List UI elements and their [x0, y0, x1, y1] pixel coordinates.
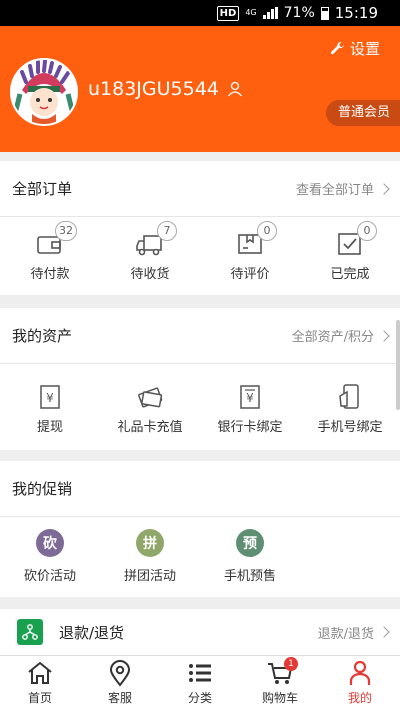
- gift-card-icon: [135, 382, 165, 412]
- network-type: 4G: [245, 8, 257, 17]
- bargain-icon: 砍: [36, 529, 64, 557]
- order-status-label: 待收货: [130, 267, 170, 282]
- phone-icon: [335, 382, 365, 412]
- asset-bank-card[interactable]: ¥ 银行卡绑定: [200, 382, 300, 450]
- hd-indicator: HD: [216, 5, 240, 21]
- orders-section: 全部订单 查看全部订单 32 待付款 7 待收货 0 待评价 0 已完成: [0, 161, 400, 295]
- refund-icon: [17, 619, 43, 645]
- chevron-right-icon: [378, 626, 390, 638]
- order-status-label: 待评价: [230, 267, 270, 282]
- promo-group-buy[interactable]: 拼 拼团活动: [100, 529, 200, 597]
- settings-label: 设置: [349, 40, 380, 58]
- all-assets-label: 全部资产/积分: [291, 330, 374, 345]
- cart-count-badge: 1: [284, 657, 298, 671]
- nav-label: 客服: [107, 691, 132, 705]
- cart-icon-wrap: 1: [266, 657, 298, 687]
- svg-text:¥: ¥: [46, 391, 54, 405]
- nav-label: 购物车: [261, 691, 298, 705]
- order-pending-receipt[interactable]: 7 待收货: [100, 221, 200, 295]
- promo-label: 手机预售: [223, 569, 276, 584]
- pending-payment-count: 32: [55, 221, 77, 241]
- status-bar: HD 4G 71% 15:19: [0, 0, 400, 26]
- clock: 15:19: [334, 4, 378, 22]
- avatar-image: [12, 60, 76, 124]
- nav-category[interactable]: 分类: [160, 656, 240, 711]
- signal-icon: [262, 7, 278, 19]
- nav-service[interactable]: 客服: [80, 656, 160, 711]
- wallet-icon: 32: [35, 221, 77, 259]
- promotions-title: 我的促销: [12, 480, 73, 498]
- asset-withdraw[interactable]: ¥ 提现: [0, 382, 100, 450]
- asset-label: 银行卡绑定: [217, 420, 283, 435]
- orders-header[interactable]: 全部订单 查看全部订单: [0, 161, 400, 217]
- username[interactable]: u183JGU5544: [88, 78, 243, 100]
- battery-percent: 71%: [283, 5, 315, 21]
- person-icon: [349, 660, 371, 685]
- person-outline-icon: [227, 81, 242, 97]
- promo-empty-cell: [300, 529, 400, 597]
- presale-icon: 预: [236, 529, 264, 557]
- orders-title: 全部订单: [12, 180, 73, 198]
- refund-row[interactable]: 退款/退货 退款/退货: [0, 609, 400, 655]
- asset-label: 礼品卡充值: [117, 420, 183, 435]
- assets-section: 我的资产 全部资产/积分 ¥ 提现 礼品卡充值 ¥ 银行卡绑定 手机号绑定: [0, 308, 400, 450]
- assets-title: 我的资产: [12, 327, 73, 345]
- bank-card-icon: ¥: [235, 382, 265, 412]
- wrench-icon: [330, 42, 344, 55]
- promotions-section: 我的促销 砍 砍价活动 拼 拼团活动 预 手机预售: [0, 461, 400, 597]
- pending-review-count: 0: [257, 221, 277, 241]
- username-text: u183JGU5544: [88, 78, 219, 100]
- chevron-right-icon: [378, 329, 390, 342]
- nav-mine[interactable]: 我的: [320, 656, 400, 711]
- profile-header: 设置 u183JGU5544 普通会员: [0, 26, 400, 152]
- nav-label: 首页: [27, 691, 52, 705]
- order-status-grid: 32 待付款 7 待收货 0 待评价 0 已完成: [0, 217, 400, 295]
- asset-label: 提现: [36, 420, 63, 435]
- all-assets-link[interactable]: 全部资产/积分: [291, 326, 390, 345]
- avatar[interactable]: [10, 58, 78, 126]
- package-icon: 0: [235, 221, 277, 259]
- assets-header[interactable]: 我的资产 全部资产/积分: [0, 308, 400, 364]
- pending-receipt-count: 7: [157, 221, 177, 241]
- check-box-icon: 0: [335, 221, 377, 259]
- nav-cart[interactable]: 1 购物车: [240, 656, 320, 711]
- settings-button[interactable]: 设置: [329, 38, 380, 59]
- withdraw-icon: ¥: [35, 382, 65, 412]
- promo-bargain[interactable]: 砍 砍价活动: [0, 529, 100, 597]
- promotions-grid: 砍 砍价活动 拼 拼团活动 预 手机预售: [0, 517, 400, 597]
- promotions-header: 我的促销: [0, 461, 400, 517]
- truck-icon: 7: [135, 221, 177, 259]
- home-icon: [28, 661, 52, 684]
- promo-presale[interactable]: 预 手机预售: [200, 529, 300, 597]
- scroll-indicator[interactable]: [396, 320, 400, 410]
- bottom-navigation: 首页 客服 分类 1 购物车 我的: [0, 655, 400, 711]
- order-pending-payment[interactable]: 32 待付款: [0, 221, 100, 295]
- promo-label: 拼团活动: [123, 569, 176, 584]
- asset-phone-bind[interactable]: 手机号绑定: [300, 382, 400, 450]
- chevron-right-icon: [378, 182, 390, 195]
- order-pending-review[interactable]: 0 待评价: [200, 221, 300, 295]
- member-level-badge[interactable]: 普通会员: [325, 100, 400, 126]
- group-buy-icon: 拼: [136, 529, 164, 557]
- asset-gift-card[interactable]: 礼品卡充值: [100, 382, 200, 450]
- refund-link[interactable]: 退款/退货: [317, 623, 390, 642]
- refund-more-label: 退款/退货: [317, 626, 374, 642]
- svg-text:¥: ¥: [246, 391, 254, 405]
- view-all-orders-label: 查看全部订单: [295, 183, 374, 198]
- battery-icon: [320, 6, 329, 20]
- order-status-label: 待付款: [30, 267, 70, 282]
- refund-label: 退款/退货: [59, 623, 125, 642]
- assets-grid: ¥ 提现 礼品卡充值 ¥ 银行卡绑定 手机号绑定: [0, 364, 400, 450]
- asset-label: 手机号绑定: [317, 420, 383, 435]
- completed-count: 0: [357, 221, 377, 241]
- promo-label: 砍价活动: [23, 569, 76, 584]
- nav-label: 我的: [347, 691, 372, 705]
- location-pin-icon: [109, 660, 131, 687]
- nav-label: 分类: [187, 691, 212, 705]
- list-icon: [189, 664, 211, 682]
- order-completed[interactable]: 0 已完成: [300, 221, 400, 295]
- order-status-label: 已完成: [330, 267, 370, 282]
- nav-home[interactable]: 首页: [0, 656, 80, 711]
- view-all-orders-link[interactable]: 查看全部订单: [295, 179, 390, 198]
